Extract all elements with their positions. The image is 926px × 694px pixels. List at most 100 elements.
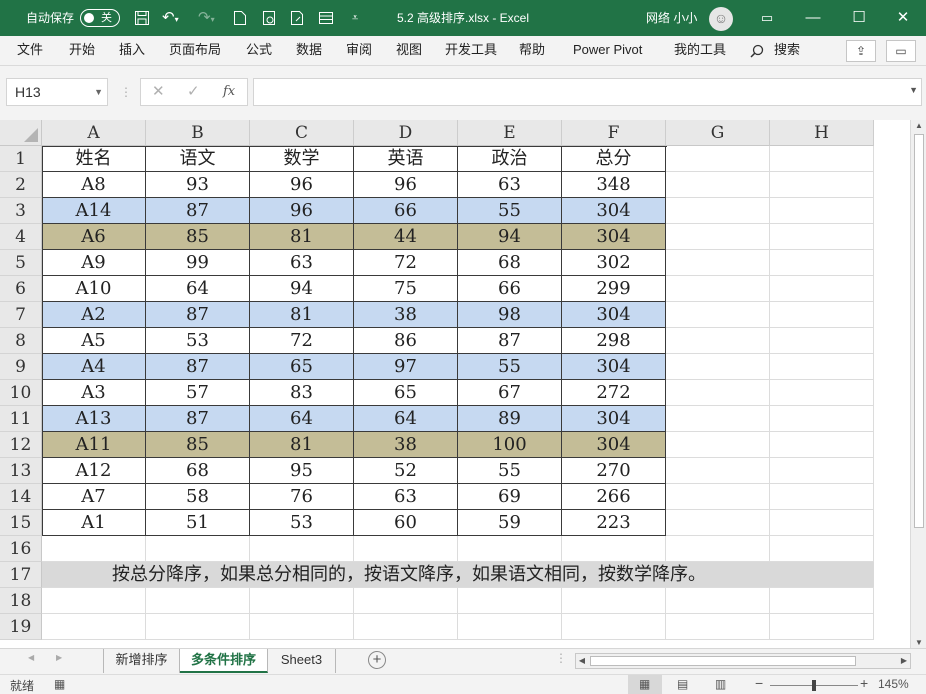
table-cell[interactable]: A2 bbox=[42, 302, 146, 328]
row-header[interactable]: 4 bbox=[0, 224, 42, 250]
table-cell[interactable]: A8 bbox=[42, 172, 146, 198]
table-cell[interactable]: 97 bbox=[354, 354, 458, 380]
sheet-tab-sheet3[interactable]: Sheet3 bbox=[268, 649, 336, 673]
grid-cell[interactable] bbox=[562, 536, 666, 562]
table-cell[interactable]: 298 bbox=[562, 328, 666, 354]
table-cell[interactable]: A4 bbox=[42, 354, 146, 380]
table-cell[interactable]: 64 bbox=[250, 406, 354, 432]
table-cell[interactable]: 83 bbox=[250, 380, 354, 406]
grid-cell[interactable] bbox=[770, 510, 874, 536]
column-header[interactable]: E bbox=[458, 120, 562, 146]
grid-cell[interactable] bbox=[770, 146, 874, 172]
scroll-left-icon[interactable]: ◀ bbox=[576, 654, 588, 668]
grid-cell[interactable] bbox=[250, 588, 354, 614]
table-cell[interactable]: 38 bbox=[354, 302, 458, 328]
table-cell[interactable]: 65 bbox=[250, 354, 354, 380]
table-cell[interactable]: 64 bbox=[146, 276, 250, 302]
table-cell[interactable]: 66 bbox=[354, 198, 458, 224]
table-cell[interactable]: 57 bbox=[146, 380, 250, 406]
table-cell[interactable]: 81 bbox=[250, 432, 354, 458]
table-cell[interactable]: 93 bbox=[146, 172, 250, 198]
row-header[interactable]: 1 bbox=[0, 146, 42, 172]
row-header[interactable]: 8 bbox=[0, 328, 42, 354]
tab-view[interactable]: 视图 bbox=[396, 36, 422, 66]
grid-cell[interactable] bbox=[770, 224, 874, 250]
grid-cell[interactable] bbox=[770, 302, 874, 328]
share-icon[interactable]: ⇪ bbox=[846, 40, 876, 62]
grid-cell[interactable] bbox=[770, 354, 874, 380]
grid-cell[interactable] bbox=[770, 328, 874, 354]
table-cell[interactable]: A9 bbox=[42, 250, 146, 276]
tab-page-layout[interactable]: 页面布局 bbox=[169, 36, 221, 66]
table-cell[interactable]: A14 bbox=[42, 198, 146, 224]
grid-cell[interactable] bbox=[666, 276, 770, 302]
new-file-icon[interactable] bbox=[233, 0, 247, 36]
table-cell[interactable]: 66 bbox=[458, 276, 562, 302]
grid-cell[interactable] bbox=[42, 536, 146, 562]
grid-cell[interactable] bbox=[666, 328, 770, 354]
grid-cell[interactable] bbox=[666, 354, 770, 380]
scroll-down-icon[interactable]: ▼ bbox=[911, 638, 926, 647]
table-cell[interactable]: 60 bbox=[354, 510, 458, 536]
open-file-icon[interactable] bbox=[290, 0, 306, 36]
table-cell[interactable]: A1 bbox=[42, 510, 146, 536]
table-cell[interactable]: A6 bbox=[42, 224, 146, 250]
grid-cell[interactable] bbox=[666, 146, 770, 172]
table-cell[interactable]: 68 bbox=[458, 250, 562, 276]
grid-cell[interactable] bbox=[250, 614, 354, 640]
close-icon[interactable]: ✕ bbox=[880, 0, 926, 36]
row-header[interactable]: 2 bbox=[0, 172, 42, 198]
table-cell[interactable]: 72 bbox=[250, 328, 354, 354]
table-cell[interactable]: 75 bbox=[354, 276, 458, 302]
grid-cell[interactable] bbox=[666, 250, 770, 276]
table-cell[interactable]: 67 bbox=[458, 380, 562, 406]
table-cell[interactable]: A3 bbox=[42, 380, 146, 406]
grid-cell[interactable] bbox=[770, 458, 874, 484]
column-header[interactable]: C bbox=[250, 120, 354, 146]
name-box[interactable]: H13 ▼ bbox=[6, 78, 108, 106]
enter-icon[interactable]: ✓ bbox=[187, 79, 200, 105]
table-cell[interactable]: 270 bbox=[562, 458, 666, 484]
table-cell[interactable]: 53 bbox=[250, 510, 354, 536]
table-cell[interactable]: 85 bbox=[146, 432, 250, 458]
tab-splitter-icon[interactable]: ⋮ bbox=[555, 651, 567, 665]
save-icon[interactable] bbox=[134, 0, 150, 36]
table-cell[interactable]: 63 bbox=[458, 172, 562, 198]
grid-cell[interactable] bbox=[562, 588, 666, 614]
redo-icon[interactable]: ↷▾ bbox=[198, 0, 215, 36]
select-all-corner[interactable] bbox=[0, 120, 42, 146]
zoom-in-button[interactable]: + bbox=[860, 675, 868, 691]
table-cell[interactable]: 81 bbox=[250, 302, 354, 328]
zoom-out-button[interactable]: − bbox=[755, 675, 763, 691]
grid-cell[interactable] bbox=[146, 588, 250, 614]
column-header[interactable]: G bbox=[666, 120, 770, 146]
insert-function-icon[interactable]: fx bbox=[223, 79, 235, 105]
table-cell[interactable]: 72 bbox=[354, 250, 458, 276]
row-header[interactable]: 15 bbox=[0, 510, 42, 536]
table-cell[interactable]: 304 bbox=[562, 354, 666, 380]
search-label[interactable]: 搜索 bbox=[774, 36, 800, 66]
table-cell[interactable]: 299 bbox=[562, 276, 666, 302]
table-header-cell[interactable]: 政治 bbox=[458, 146, 562, 172]
hscrollbar-thumb[interactable] bbox=[590, 656, 856, 666]
grid-cell[interactable] bbox=[666, 198, 770, 224]
table-cell[interactable]: 272 bbox=[562, 380, 666, 406]
row-header[interactable]: 11 bbox=[0, 406, 42, 432]
row-header[interactable]: 18 bbox=[0, 588, 42, 614]
grid-cell[interactable] bbox=[666, 380, 770, 406]
table-cell[interactable]: 95 bbox=[250, 458, 354, 484]
cancel-icon[interactable]: ✕ bbox=[152, 79, 165, 105]
row-header[interactable]: 10 bbox=[0, 380, 42, 406]
table-cell[interactable]: 81 bbox=[250, 224, 354, 250]
row-header[interactable]: 13 bbox=[0, 458, 42, 484]
table-cell[interactable]: 348 bbox=[562, 172, 666, 198]
grid-cell[interactable] bbox=[666, 224, 770, 250]
tab-developer[interactable]: 开发工具 bbox=[445, 36, 497, 66]
formula-input[interactable]: ▼ bbox=[253, 78, 922, 106]
prev-sheet-icon[interactable]: ◀ bbox=[28, 653, 34, 662]
table-cell[interactable]: 76 bbox=[250, 484, 354, 510]
tab-my-tools[interactable]: 我的工具 bbox=[674, 36, 726, 66]
table-header-cell[interactable]: 总分 bbox=[562, 146, 666, 172]
table-cell[interactable]: A12 bbox=[42, 458, 146, 484]
grid-cell[interactable] bbox=[666, 172, 770, 198]
